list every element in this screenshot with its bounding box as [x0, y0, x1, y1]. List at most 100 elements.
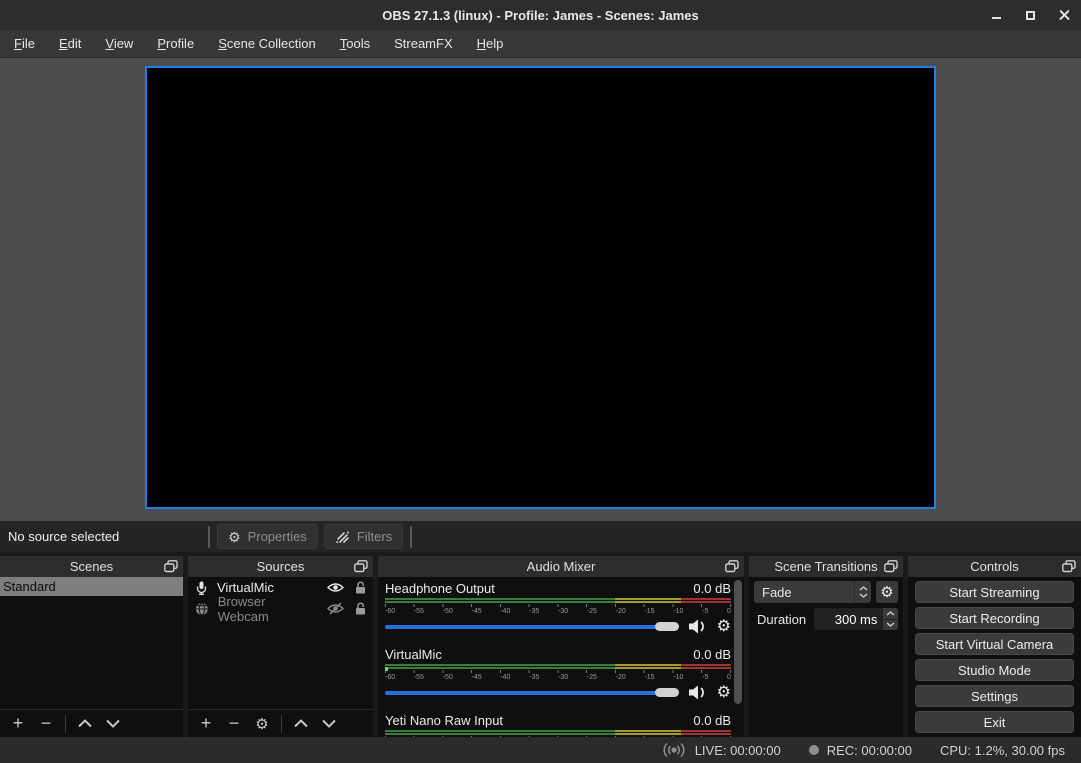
volume-slider-track[interactable]: [385, 625, 664, 629]
lock-open-icon[interactable]: [355, 581, 366, 594]
add-source-button[interactable]: +: [192, 712, 220, 736]
channel-level: 0.0 dB: [693, 581, 731, 596]
scenes-panel-header: Scenes: [0, 556, 183, 577]
preview-canvas[interactable]: [145, 66, 936, 509]
menu-file[interactable]: File: [2, 31, 47, 56]
volume-slider-handle[interactable]: [655, 622, 679, 631]
visibility-on-icon[interactable]: [327, 582, 344, 593]
tick-label: -10: [673, 673, 683, 682]
tick-label: -15: [644, 673, 654, 682]
duration-spinbox[interactable]: 300 ms: [814, 608, 898, 630]
start-recording-button[interactable]: Start Recording: [915, 607, 1074, 629]
menu-view[interactable]: View: [93, 31, 145, 56]
scenes-panel: Scenes Standard + −: [0, 556, 183, 737]
duration-spinner: [883, 608, 898, 630]
source-properties-button[interactable]: ⚙: [248, 712, 276, 736]
combo-spinner[interactable]: [854, 581, 871, 603]
add-scene-button[interactable]: +: [4, 712, 32, 736]
statusbar: LIVE: 00:00:00 REC: 00:00:00 CPU: 1.2%, …: [0, 737, 1081, 763]
source-up-button[interactable]: [287, 712, 315, 736]
mixer-scrollbar[interactable]: [734, 580, 742, 704]
menu-streamfx[interactable]: StreamFX: [382, 31, 465, 56]
speaker-icon[interactable]: [688, 619, 708, 634]
start-virtual-camera-button[interactable]: Start Virtual Camera: [915, 633, 1074, 655]
live-status: LIVE: 00:00:00: [661, 742, 781, 758]
lock-open-icon[interactable]: [355, 602, 366, 615]
toolbar-separator: [410, 526, 412, 548]
close-icon: [1059, 10, 1070, 21]
controls-panel: Controls Start Streaming Start Recording…: [908, 556, 1081, 737]
minimize-button[interactable]: [990, 9, 1003, 22]
popout-icon: [884, 560, 898, 573]
record-dot-icon: [809, 745, 819, 755]
volume-slider[interactable]: [385, 621, 679, 632]
transition-select[interactable]: Fade: [754, 581, 871, 603]
source-down-button[interactable]: [315, 712, 343, 736]
volume-slider[interactable]: [385, 687, 679, 698]
chevron-up-icon: [859, 586, 868, 591]
meter-scale: -60-55-50-45-40-35-30-25-20-15-10-50: [385, 673, 731, 682]
tick-label: -35: [529, 607, 539, 616]
properties-button-label: Properties: [248, 529, 307, 544]
window-title: OBS 27.1.3 (linux) - Profile: James - Sc…: [382, 8, 698, 23]
channel-settings-gear-icon[interactable]: ⚙: [717, 685, 731, 701]
tick-label: -30: [558, 673, 568, 682]
audio-mixer-panel: Audio Mixer Headphone Output 0.0 dB: [378, 556, 744, 737]
rec-status: REC: 00:00:00: [809, 743, 912, 758]
menu-scene-collection[interactable]: Scene Collection: [206, 31, 328, 56]
source-toolbar: No source selected ⚙ Properties Filters: [0, 521, 1081, 552]
visibility-off-icon[interactable]: [327, 602, 344, 615]
channel-settings-gear-icon[interactable]: ⚙: [717, 619, 731, 635]
cpu-status: CPU: 1.2%, 30.00 fps: [940, 743, 1065, 758]
filters-icon: [335, 530, 350, 544]
source-item-actions: [327, 581, 366, 594]
maximize-button[interactable]: [1024, 9, 1037, 22]
minimize-icon: [992, 17, 1001, 19]
start-streaming-button[interactable]: Start Streaming: [915, 581, 1074, 603]
audio-mixer-panel-header: Audio Mixer: [378, 556, 744, 577]
transition-properties-button[interactable]: ⚙: [876, 581, 898, 603]
source-status-label: No source selected: [8, 529, 204, 544]
menu-edit[interactable]: Edit: [47, 31, 93, 56]
scene-down-button[interactable]: [99, 712, 127, 736]
exit-button[interactable]: Exit: [915, 711, 1074, 733]
toolbar-separator: [208, 526, 210, 548]
microphone-icon: [195, 581, 208, 595]
close-button[interactable]: [1058, 9, 1071, 22]
tick-label: -25: [587, 673, 597, 682]
properties-button[interactable]: ⚙ Properties: [217, 524, 318, 549]
chevron-down-icon: [859, 593, 868, 598]
filters-button-label: Filters: [357, 529, 392, 544]
controls-body: Start Streaming Start Recording Start Vi…: [908, 577, 1081, 737]
filters-button[interactable]: Filters: [324, 524, 403, 549]
volume-slider-handle[interactable]: [655, 688, 679, 697]
source-item-browser-webcam[interactable]: Browser Webcam: [188, 598, 373, 619]
popout-icon: [725, 560, 739, 573]
duration-increase-button[interactable]: [883, 608, 898, 619]
tick-label: 0: [727, 607, 731, 616]
duration-decrease-button[interactable]: [883, 620, 898, 631]
menu-help[interactable]: Help: [465, 31, 516, 56]
globe-icon: [195, 602, 209, 616]
rec-timer: REC: 00:00:00: [827, 743, 912, 758]
menu-tools[interactable]: Tools: [328, 31, 382, 56]
controls-panel-header: Controls: [908, 556, 1081, 577]
sources-panel-title: Sources: [257, 559, 305, 574]
remove-scene-button[interactable]: −: [32, 712, 60, 736]
speaker-icon[interactable]: [688, 685, 708, 700]
scene-up-button[interactable]: [71, 712, 99, 736]
scenes-panel-title: Scenes: [70, 559, 113, 574]
tick-label: -10: [673, 607, 683, 616]
volume-slider-track[interactable]: [385, 691, 664, 695]
mixer-channel-yeti-nano: Yeti Nano Raw Input 0.0 dB -60-55-50-45-…: [385, 712, 731, 737]
meter-level-indicator: [385, 667, 388, 669]
channel-name: Yeti Nano Raw Input: [385, 713, 503, 728]
channel-name: Headphone Output: [385, 581, 495, 596]
settings-button[interactable]: Settings: [915, 685, 1074, 707]
menu-profile[interactable]: Profile: [145, 31, 206, 56]
tick-label: -45: [471, 607, 481, 616]
studio-mode-button[interactable]: Studio Mode: [915, 659, 1074, 681]
remove-source-button[interactable]: −: [220, 712, 248, 736]
chevron-up-icon: [77, 719, 93, 728]
scene-item-standard[interactable]: Standard: [0, 577, 183, 596]
